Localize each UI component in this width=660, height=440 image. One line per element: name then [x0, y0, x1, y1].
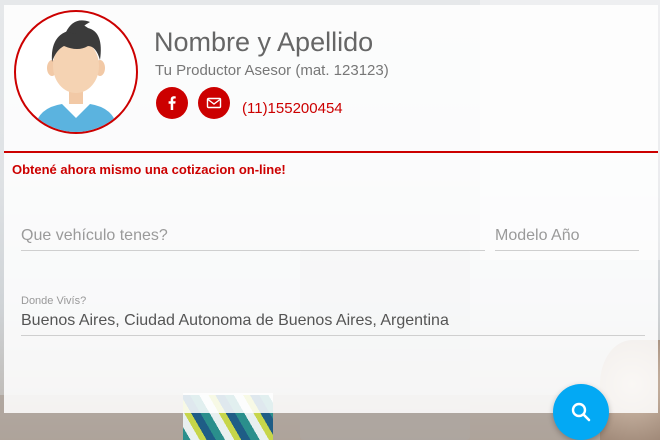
avatar-illustration: [34, 20, 118, 132]
vehicle-field: [21, 227, 485, 251]
avatar: [14, 10, 138, 134]
quote-card: Nombre y Apellido Tu Productor Asesor (m…: [4, 5, 658, 413]
model-year-field: [495, 227, 639, 251]
email-button[interactable]: [198, 87, 230, 119]
envelope-icon: [206, 97, 222, 109]
advisor-name: Nombre y Apellido: [154, 27, 374, 57]
location-input[interactable]: [21, 312, 645, 330]
facebook-icon: [168, 96, 176, 110]
search-icon: [571, 402, 591, 422]
advisor-profile-header: Nombre y Apellido Tu Productor Asesor (m…: [4, 5, 658, 153]
facebook-button[interactable]: [156, 87, 188, 119]
model-year-input[interactable]: [495, 227, 639, 245]
location-field: [21, 312, 645, 336]
advisor-subtitle: Tu Productor Asesor (mat. 123123): [155, 62, 389, 79]
vehicle-input[interactable]: [21, 227, 485, 245]
quote-cta-text: Obtené ahora mismo una cotizacion on-lin…: [12, 162, 286, 177]
location-label: Donde Vivís?: [21, 295, 87, 307]
search-button[interactable]: [553, 384, 609, 440]
phone-number[interactable]: (11)155200454: [242, 100, 343, 117]
